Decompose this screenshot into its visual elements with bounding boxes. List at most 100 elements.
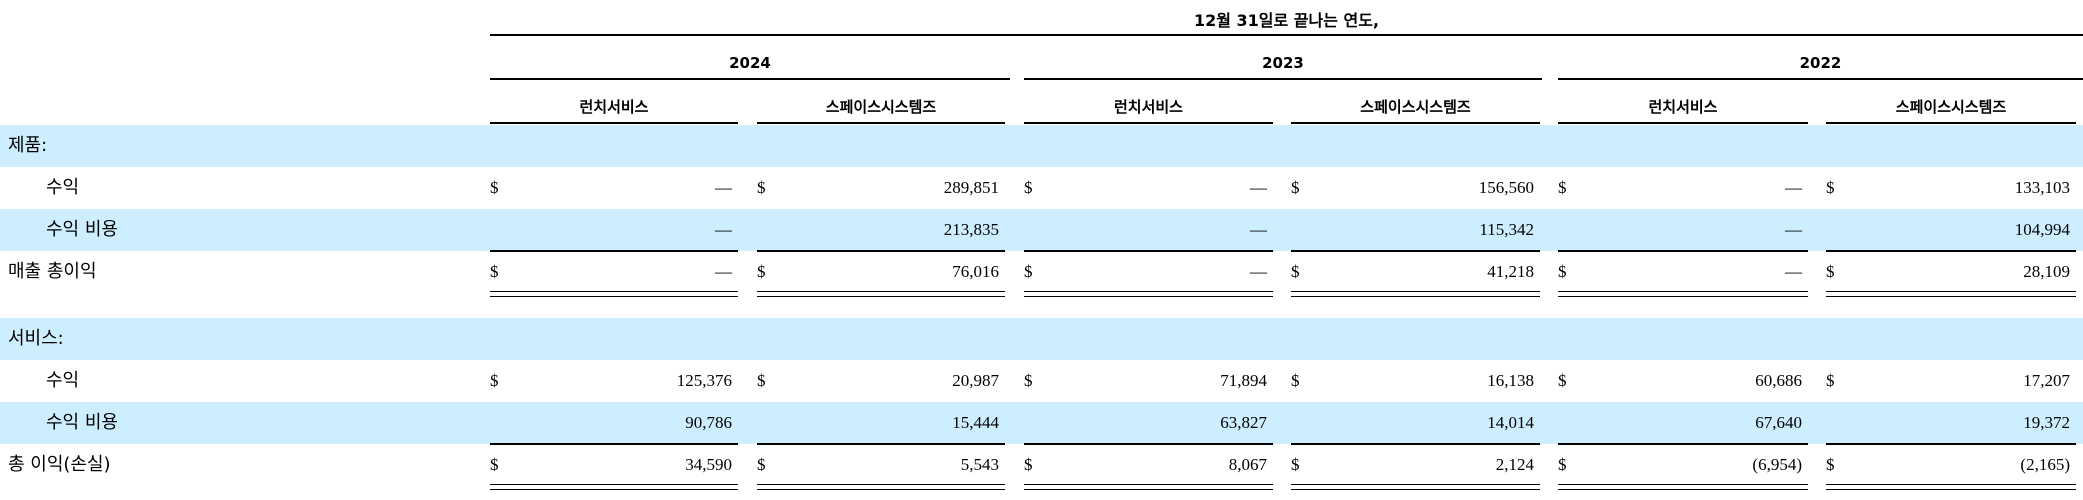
table-cell-value: — (715, 178, 732, 197)
table-cell-value: 104,994 (2014, 220, 2070, 239)
section-label-services: 서비스: (8, 328, 64, 349)
table-cell-value: — (715, 220, 732, 239)
currency-symbol: $ (1024, 262, 1033, 281)
total-double-rule (1826, 291, 2076, 297)
currency-symbol: $ (1024, 455, 1033, 474)
total-double-rule (1291, 291, 1540, 297)
subtotal-rule (1826, 250, 2076, 252)
year-2024: 2024 (729, 54, 771, 72)
table-cell-value: 2,124 (1495, 455, 1534, 474)
year-rule-2022 (1558, 78, 2083, 80)
segment-rule (1291, 122, 1540, 124)
year-2022: 2022 (1799, 54, 1842, 72)
currency-symbol: $ (490, 262, 499, 281)
segment-rule (757, 122, 1005, 124)
subtotal-rule (1024, 443, 1273, 445)
segment-header: 런치서비스 (1648, 98, 1718, 116)
total-double-rule (1558, 484, 1808, 490)
subtotal-rule (1291, 443, 1540, 445)
row-label: 수익 (46, 177, 80, 198)
segment-header: 스페이스시스템즈 (1360, 98, 1471, 116)
table-cell-value: 156,560 (1478, 178, 1534, 197)
table-cell-value: — (1785, 262, 1802, 281)
table-cell-value: 60,686 (1755, 371, 1802, 390)
segment-header: 스페이스시스템즈 (825, 98, 937, 116)
segment-rule (1024, 122, 1273, 124)
currency-symbol: $ (490, 178, 499, 197)
currency-symbol: $ (1826, 178, 1835, 197)
table-cell-value: 115,342 (1479, 220, 1534, 239)
header-rule (490, 34, 2083, 36)
row-label: 수익 (46, 370, 80, 391)
year-rule-2023 (1024, 78, 1542, 80)
table-cell-value: — (1250, 262, 1267, 281)
total-double-rule (1291, 484, 1540, 490)
table-cell-value: 19,372 (2023, 413, 2070, 432)
total-double-rule (1024, 484, 1273, 490)
section-label-products: 제품: (8, 135, 48, 156)
table-cell-value: — (1250, 178, 1267, 197)
segment-rule (1826, 122, 2076, 124)
table-cell-value: 133,103 (2014, 178, 2070, 197)
currency-symbol: $ (1291, 455, 1300, 474)
subtotal-rule (490, 443, 738, 445)
table-cell-value: — (1785, 178, 1802, 197)
subtotal-rule (1291, 250, 1540, 252)
total-double-rule (490, 484, 738, 490)
total-double-rule (1558, 291, 1808, 297)
subtotal-rule (1024, 250, 1273, 252)
segment-header: 런치서비스 (579, 98, 649, 116)
currency-symbol: $ (757, 178, 766, 197)
table-cell-value: (2,165) (2020, 455, 2070, 474)
table-cell-value: 16,138 (1487, 371, 1534, 390)
section-row-services: 서비스: (0, 318, 2083, 360)
currency-symbol: $ (757, 371, 766, 390)
table-cell-value: 76,016 (952, 262, 999, 281)
table-cell-value: 71,894 (1220, 371, 1267, 390)
subtotal-rule (757, 250, 1005, 252)
table-cell-value: 20,987 (952, 371, 999, 390)
segment-rule (490, 122, 738, 124)
row-label: 총 이익(손실) (8, 454, 111, 475)
year-rule-2024 (490, 78, 1010, 80)
table-cell-value: 63,827 (1220, 413, 1267, 432)
table-cell-value: — (1785, 220, 1802, 239)
currency-symbol: $ (757, 455, 766, 474)
currency-symbol: $ (1558, 371, 1567, 390)
currency-symbol: $ (1558, 455, 1567, 474)
table-cell-value: 8,067 (1228, 455, 1267, 474)
segment-rule (1558, 122, 1808, 124)
table-cell-value: 28,109 (2023, 262, 2070, 281)
total-double-rule (1024, 291, 1273, 297)
section-row-products: 제품: (0, 125, 2083, 167)
row-label: 매출 총이익 (8, 261, 97, 282)
table-cell-value: 5,543 (960, 455, 999, 474)
table-cell-value: 14,014 (1487, 413, 1534, 432)
table-cell-value: 34,590 (685, 455, 732, 474)
subtotal-rule (1826, 443, 2076, 445)
subtotal-rule (757, 443, 1005, 445)
currency-symbol: $ (490, 455, 499, 474)
table-cell-value: 67,640 (1755, 413, 1802, 432)
table-cell-value: 125,376 (676, 371, 732, 390)
currency-symbol: $ (1291, 371, 1300, 390)
year-2023: 2023 (1262, 54, 1304, 72)
currency-symbol: $ (1826, 455, 1835, 474)
subtotal-rule (490, 250, 738, 252)
table-cell-value: (6,954) (1752, 455, 1802, 474)
total-double-rule (757, 484, 1005, 490)
subtotal-rule (1558, 443, 1808, 445)
table-cell-value: — (715, 262, 732, 281)
currency-symbol: $ (490, 371, 499, 390)
table-cell-value: 90,786 (685, 413, 732, 432)
table-cell-value: — (1250, 220, 1267, 239)
table-cell-value: 289,851 (943, 178, 999, 197)
table-cell-value: 213,835 (943, 220, 999, 239)
table-cell-value: 15,444 (952, 413, 999, 432)
table-cell-value: 17,207 (2023, 371, 2070, 390)
period-title: 12월 31일로 끝나는 연도, (1193, 11, 1380, 30)
segment-header: 스페이스시스템즈 (1895, 98, 2007, 116)
currency-symbol: $ (1558, 262, 1567, 281)
row-label: 수익 비용 (46, 219, 118, 240)
total-double-rule (490, 291, 738, 297)
